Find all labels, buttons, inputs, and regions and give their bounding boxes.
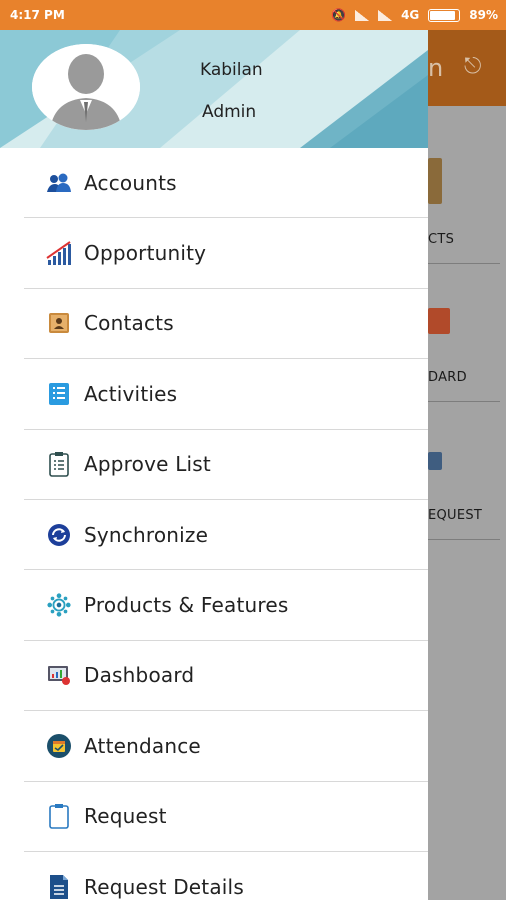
- products-gear-icon: [46, 592, 72, 618]
- partial-header-glyph: n: [428, 54, 444, 82]
- contacts-book-icon: [46, 310, 72, 336]
- menu-item-label: Request: [84, 804, 167, 829]
- opportunity-chart-icon: [46, 240, 72, 266]
- background-tile: CTS: [428, 126, 500, 264]
- accounts-icon: [46, 170, 72, 196]
- attendance-icon: [46, 733, 72, 759]
- request-clipboard-icon: [46, 803, 72, 830]
- menu-item-opportunity[interactable]: Opportunity: [24, 218, 428, 289]
- menu-item-contacts[interactable]: Contacts: [24, 289, 428, 360]
- tile-image: [428, 452, 442, 470]
- background-tile: EQUEST: [428, 402, 500, 540]
- logout-icon: ⎋: [464, 54, 482, 79]
- status-icons: 🔕 4G 89%: [331, 8, 498, 22]
- menu-item-label: Synchronize: [84, 522, 209, 547]
- request-details-icon: [46, 874, 72, 900]
- tile-image: [428, 158, 442, 204]
- navigation-drawer: Kabilan Admin Accounts Opportunity Conta…: [0, 30, 428, 900]
- network-type: 4G: [401, 8, 420, 22]
- menu-item-approve-list[interactable]: Approve List: [24, 430, 428, 500]
- user-name: Kabilan: [200, 60, 263, 80]
- menu-item-accounts[interactable]: Accounts: [24, 148, 428, 219]
- menu-item-label: Contacts: [84, 311, 174, 336]
- menu-item-label: Attendance: [84, 733, 201, 758]
- dashboard-icon: [46, 662, 72, 688]
- drawer-header: Kabilan Admin: [0, 30, 428, 148]
- menu-item-label: Approve List: [84, 452, 211, 477]
- menu-item-request-details[interactable]: Request Details: [24, 852, 428, 900]
- sync-icon: [46, 522, 72, 548]
- activities-list-icon: [46, 381, 72, 407]
- tile-label: EQUEST: [428, 508, 483, 523]
- signal-icon: [355, 9, 370, 21]
- menu-item-activities[interactable]: Activities: [24, 359, 428, 430]
- menu-item-label: Request Details: [84, 874, 244, 899]
- drawer-menu: Accounts Opportunity Contacts Activities…: [0, 148, 428, 900]
- menu-item-request[interactable]: Request: [24, 782, 428, 852]
- menu-item-synchronize[interactable]: Synchronize: [24, 500, 428, 571]
- menu-item-products-features[interactable]: Products & Features: [24, 570, 428, 641]
- battery-icon: [428, 8, 461, 22]
- menu-item-label: Activities: [84, 381, 178, 406]
- signal-icon-2: [378, 9, 393, 21]
- user-role: Admin: [202, 102, 257, 122]
- menu-item-label: Products & Features: [84, 593, 289, 618]
- clipboard-list-icon: [46, 451, 72, 478]
- person-silhouette-icon: [32, 44, 140, 130]
- tile-label: CTS: [428, 232, 455, 247]
- menu-item-attendance[interactable]: Attendance: [24, 711, 428, 782]
- background-app-header: n ⎋: [428, 30, 506, 106]
- user-avatar[interactable]: [32, 44, 140, 130]
- menu-item-dashboard[interactable]: Dashboard: [24, 641, 428, 712]
- status-bar: 4:17 PM 🔕 4G 89%: [0, 0, 506, 30]
- tile-image: [428, 308, 450, 334]
- tile-label: DARD: [428, 370, 467, 385]
- menu-item-label: Opportunity: [84, 241, 207, 266]
- menu-item-label: Accounts: [84, 170, 177, 195]
- menu-item-label: Dashboard: [84, 663, 195, 688]
- muted-bell-icon: 🔕: [331, 8, 347, 22]
- background-tile: DARD: [428, 264, 500, 402]
- status-time: 4:17 PM: [10, 8, 65, 22]
- battery-percent: 89%: [469, 8, 498, 22]
